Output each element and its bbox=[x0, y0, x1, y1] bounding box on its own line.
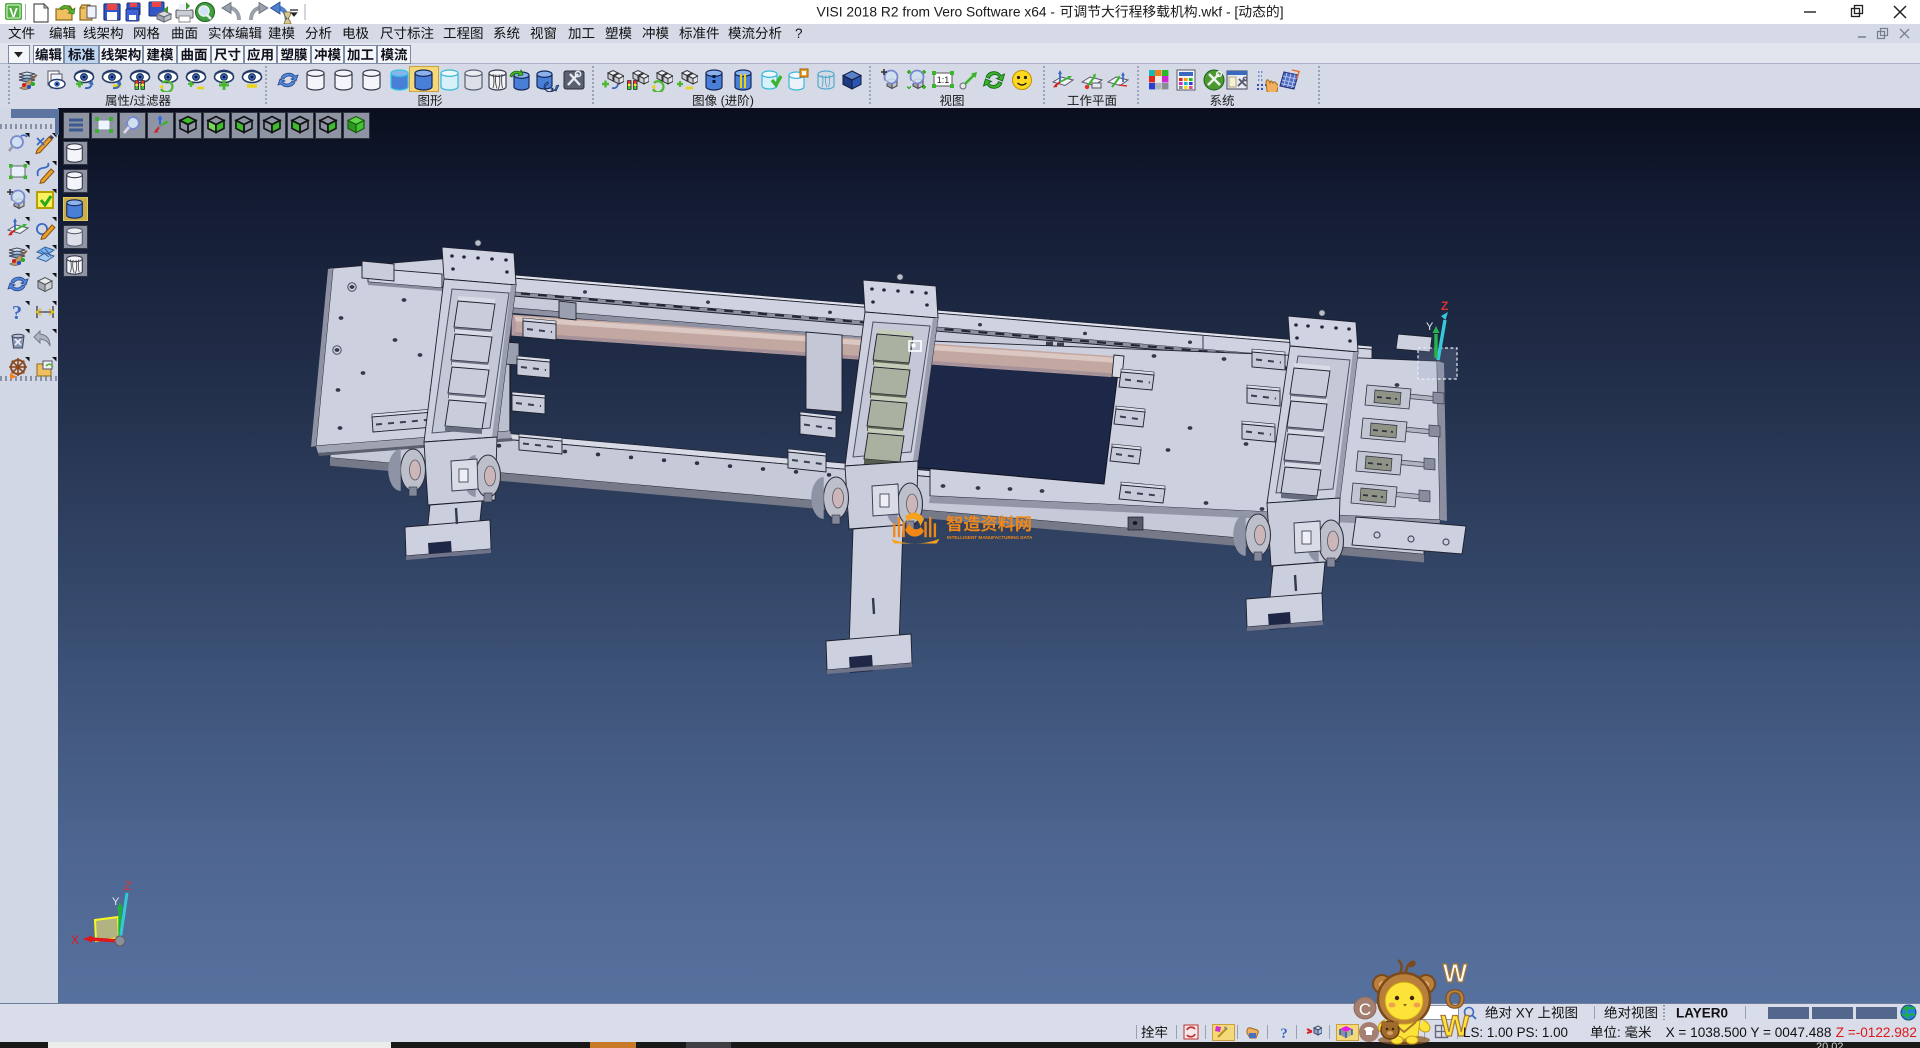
svg-text:V: V bbox=[9, 5, 18, 20]
svg-text:?: ? bbox=[12, 302, 22, 324]
svg-text:1:1: 1:1 bbox=[937, 75, 950, 85]
svg-text:C: C bbox=[1359, 1000, 1371, 1019]
svg-text:W: W bbox=[1441, 1010, 1470, 1043]
svg-text:?: ? bbox=[1280, 1026, 1288, 1040]
